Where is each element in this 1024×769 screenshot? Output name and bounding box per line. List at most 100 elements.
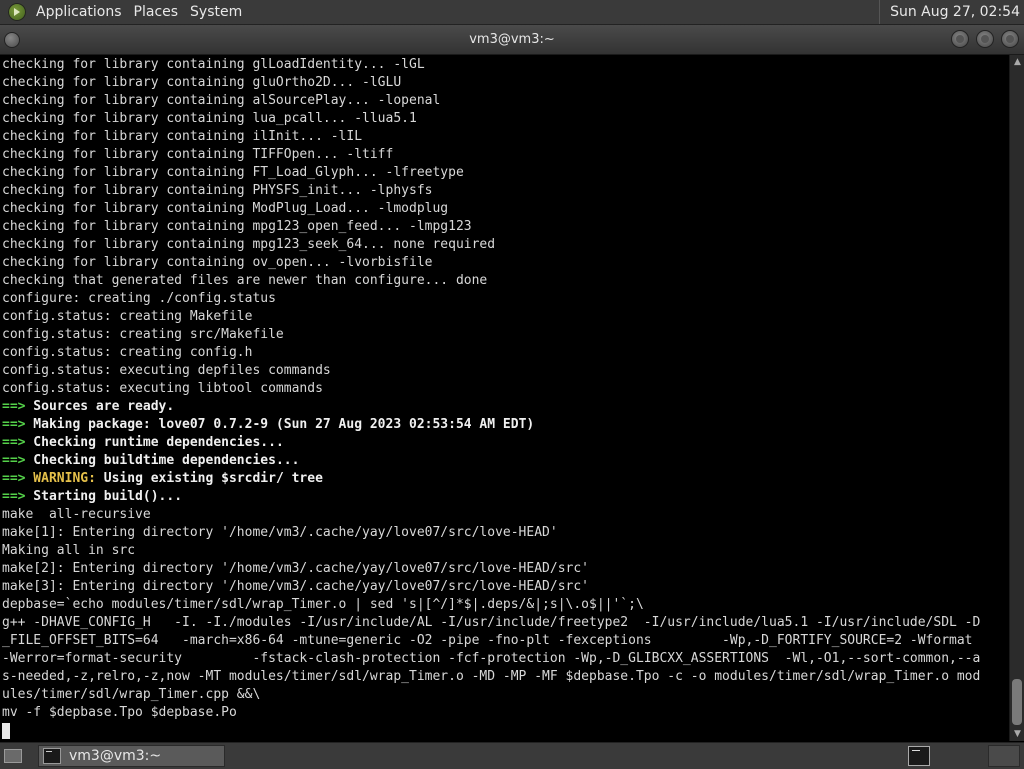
- terminal-line: checking for library containing glLoadId…: [2, 56, 1008, 74]
- terminal-text: Using existing $srcdir/ tree: [95, 471, 323, 486]
- tray-terminal-icon[interactable]: [908, 746, 930, 766]
- terminal-line: ==> Checking runtime dependencies...: [2, 434, 1008, 452]
- menu-system[interactable]: System: [184, 0, 248, 24]
- terminal-line: ==> Making package: love07 0.7.2-9 (Sun …: [2, 416, 1008, 434]
- terminal-line: checking for library containing PHYSFS_i…: [2, 182, 1008, 200]
- terminal-text: checking for library containing TIFFOpen…: [2, 147, 394, 162]
- terminal-icon: [43, 748, 61, 764]
- terminal-text: -Werror=format-security -fstack-clash-pr…: [2, 651, 981, 666]
- terminal-line: checking that generated files are newer …: [2, 272, 1008, 290]
- taskbar-item-terminal[interactable]: vm3@vm3:~: [38, 745, 225, 767]
- top-panel: Applications Places System Sun Aug 27, 0…: [0, 0, 1024, 25]
- menu-places[interactable]: Places: [128, 0, 185, 24]
- scroll-up-icon[interactable]: ▲: [1010, 55, 1024, 69]
- terminal-text: config.status: executing libtool command…: [2, 381, 323, 396]
- terminal-text: ==>: [2, 489, 26, 504]
- terminal-text: checking for library containing glLoadId…: [2, 57, 425, 72]
- terminal-text: ==>: [2, 399, 26, 414]
- terminal-lines: checking for library containing glLoadId…: [2, 56, 1008, 740]
- terminal-text: Checking runtime dependencies...: [25, 435, 284, 450]
- terminal-line: checking for library containing gluOrtho…: [2, 74, 1008, 92]
- terminal-line: -Werror=format-security -fstack-clash-pr…: [2, 650, 1008, 668]
- terminal-line: ==> Starting build()...: [2, 488, 1008, 506]
- terminal-line: ==> Checking buildtime dependencies...: [2, 452, 1008, 470]
- terminal-text: depbase=`echo modules/timer/sdl/wrap_Tim…: [2, 597, 644, 612]
- terminal-text: checking that generated files are newer …: [2, 273, 488, 288]
- terminal-output[interactable]: checking for library containing glLoadId…: [0, 55, 1009, 741]
- terminal-text: make[2]: Entering directory '/home/vm3/.…: [2, 561, 589, 576]
- terminal-text: make[3]: Entering directory '/home/vm3/.…: [2, 579, 589, 594]
- terminal-text: g++ -DHAVE_CONFIG_H -I. -I./modules -I/u…: [2, 615, 981, 630]
- terminal-text: Checking buildtime dependencies...: [25, 453, 300, 468]
- terminal-line: checking for library containing mpg123_s…: [2, 236, 1008, 254]
- terminal-line: checking for library containing lua_pcal…: [2, 110, 1008, 128]
- terminal-prompt-line[interactable]: [2, 722, 1008, 740]
- terminal-text: config.status: executing depfiles comman…: [2, 363, 331, 378]
- terminal-line: checking for library containing mpg123_o…: [2, 218, 1008, 236]
- terminal-text: config.status: creating Makefile: [2, 309, 253, 324]
- terminal-text: checking for library containing ilInit..…: [2, 129, 363, 144]
- terminal-text: config.status: creating src/Makefile: [2, 327, 284, 342]
- terminal-text: config.status: creating config.h: [2, 345, 253, 360]
- terminal-line: config.status: creating config.h: [2, 344, 1008, 362]
- menu-applications[interactable]: Applications: [30, 0, 128, 24]
- terminal-line: s-needed,-z,relro,-z,now -MT modules/tim…: [2, 668, 1008, 686]
- workspace-switcher[interactable]: [988, 745, 1020, 767]
- terminal-line: mv -f $depbase.Tpo $depbase.Po: [2, 704, 1008, 722]
- terminal-text: ules/timer/sdl/wrap_Timer.cpp &&\: [2, 687, 261, 702]
- terminal-line: depbase=`echo modules/timer/sdl/wrap_Tim…: [2, 596, 1008, 614]
- terminal-text: checking for library containing FT_Load_…: [2, 165, 464, 180]
- terminal-text: checking for library containing ModPlug_…: [2, 201, 449, 216]
- terminal-line: make[2]: Entering directory '/home/vm3/.…: [2, 560, 1008, 578]
- terminal-line: configure: creating ./config.status: [2, 290, 1008, 308]
- terminal-text: _FILE_OFFSET_BITS=64 -march=x86-64 -mtun…: [2, 633, 973, 648]
- terminal-text: make[1]: Entering directory '/home/vm3/.…: [2, 525, 558, 540]
- terminal-line: ==> Sources are ready.: [2, 398, 1008, 416]
- terminal-line: checking for library containing ov_open.…: [2, 254, 1008, 272]
- terminal-line: _FILE_OFFSET_BITS=64 -march=x86-64 -mtun…: [2, 632, 1008, 650]
- terminal-line: config.status: creating src/Makefile: [2, 326, 1008, 344]
- show-desktop-icon[interactable]: [2, 747, 24, 765]
- bottom-panel: vm3@vm3:~: [0, 742, 1024, 769]
- window-titlebar[interactable]: vm3@vm3:~: [0, 25, 1024, 55]
- terminal-text: checking for library containing mpg123_s…: [2, 237, 496, 252]
- terminal-text: checking for library containing ov_open.…: [2, 255, 433, 270]
- terminal-text: ==>: [2, 453, 26, 468]
- terminal-line: config.status: creating Makefile: [2, 308, 1008, 326]
- terminal-text: WARNING:: [25, 471, 96, 486]
- terminal-line: ==> WARNING: Using existing $srcdir/ tre…: [2, 470, 1008, 488]
- terminal-text: checking for library containing PHYSFS_i…: [2, 183, 433, 198]
- terminal-text: ==>: [2, 417, 26, 432]
- terminal-text: s-needed,-z,relro,-z,now -MT modules/tim…: [2, 669, 981, 684]
- terminal-text: checking for library containing gluOrtho…: [2, 75, 402, 90]
- close-icon[interactable]: [1001, 30, 1019, 48]
- maximize-icon[interactable]: [976, 30, 994, 48]
- clock[interactable]: Sun Aug 27, 02:54: [879, 0, 1024, 24]
- terminal-text: Making package: love07 0.7.2-9 (Sun 27 A…: [25, 417, 535, 432]
- terminal-line: config.status: executing libtool command…: [2, 380, 1008, 398]
- terminal-line: checking for library containing ModPlug_…: [2, 200, 1008, 218]
- scrollbar-thumb[interactable]: [1012, 679, 1022, 725]
- terminal-line: make[1]: Entering directory '/home/vm3/.…: [2, 524, 1008, 542]
- terminal-text: ==>: [2, 435, 26, 450]
- terminal-text: checking for library containing lua_pcal…: [2, 111, 417, 126]
- window-title: vm3@vm3:~: [469, 32, 555, 47]
- terminal-scrollbar[interactable]: ▲ ▼: [1009, 55, 1024, 741]
- terminal-text: configure: creating ./config.status: [2, 291, 276, 306]
- terminal-cursor: [2, 722, 10, 739]
- terminal-line: make[3]: Entering directory '/home/vm3/.…: [2, 578, 1008, 596]
- gnome-foot-icon[interactable]: [8, 3, 26, 21]
- terminal-text: checking for library containing alSource…: [2, 93, 441, 108]
- terminal-line: ules/timer/sdl/wrap_Timer.cpp &&\: [2, 686, 1008, 704]
- terminal-line: checking for library containing ilInit..…: [2, 128, 1008, 146]
- terminal-text: Making all in src: [2, 543, 136, 558]
- terminal-line: Making all in src: [2, 542, 1008, 560]
- terminal-line: checking for library containing alSource…: [2, 92, 1008, 110]
- terminal-text: mv -f $depbase.Tpo $depbase.Po: [2, 705, 237, 720]
- terminal-line: checking for library containing FT_Load_…: [2, 164, 1008, 182]
- scroll-down-icon[interactable]: ▼: [1010, 727, 1024, 741]
- minimize-icon[interactable]: [951, 30, 969, 48]
- terminal-line: config.status: executing depfiles comman…: [2, 362, 1008, 380]
- terminal-text: checking for library containing mpg123_o…: [2, 219, 472, 234]
- terminal-text: make all-recursive: [2, 507, 151, 522]
